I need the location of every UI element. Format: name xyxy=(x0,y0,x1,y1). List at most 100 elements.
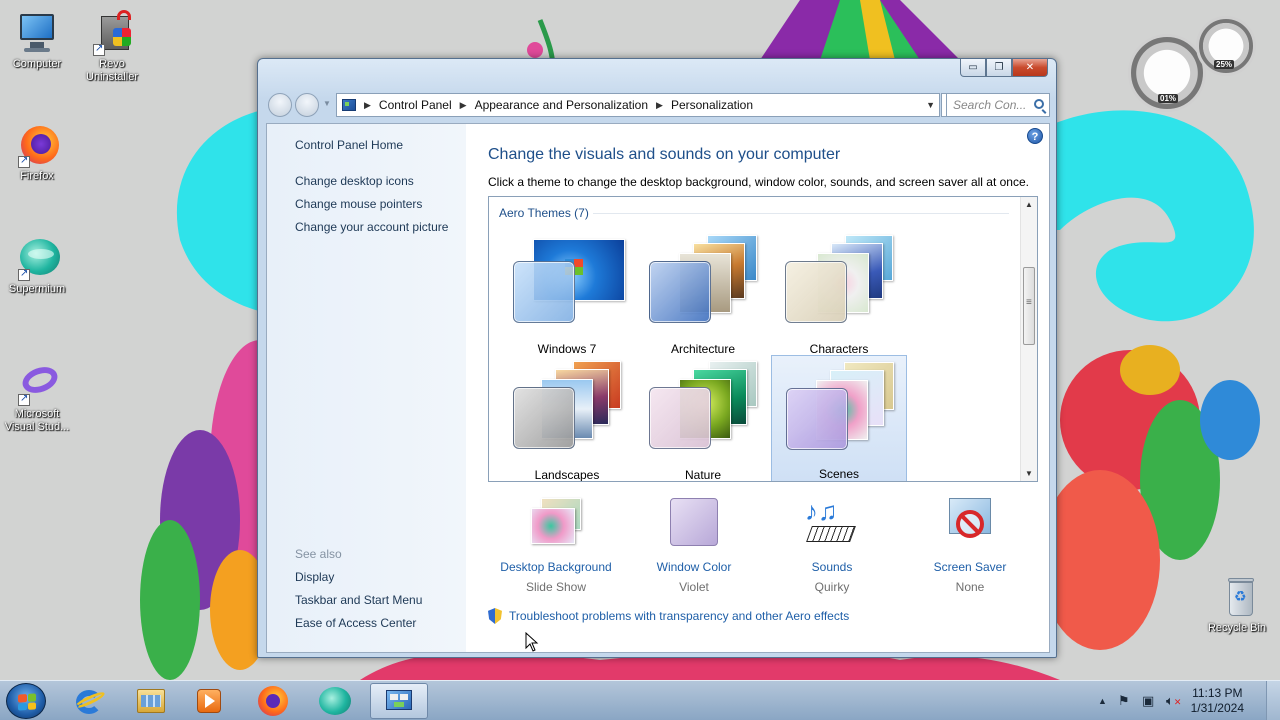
troubleshoot-link[interactable]: Troubleshoot problems with transparency … xyxy=(488,608,849,624)
ease-of-access-link[interactable]: Ease of Access Center xyxy=(295,616,416,630)
left-navigation-pane: Control Panel Home Change desktop icons … xyxy=(267,124,466,652)
taskbar-media-player[interactable] xyxy=(180,683,238,719)
sounds-icon: ♪♫ xyxy=(801,498,863,550)
taskbar-firefox[interactable] xyxy=(244,683,302,719)
clock[interactable]: 11:13 PM 1/31/2024 xyxy=(1191,686,1244,716)
memory-percent: 25% xyxy=(1214,60,1235,69)
computer-icon xyxy=(14,10,60,56)
volume-muted-icon[interactable]: 🔈︎✕ xyxy=(1166,693,1181,709)
group-divider xyxy=(593,213,1009,214)
network-icon[interactable]: ▣ xyxy=(1142,693,1154,709)
taskbar-supermium[interactable] xyxy=(306,683,364,719)
supermium-icon xyxy=(319,687,351,715)
breadcrumb-appearance[interactable]: Appearance and Personalization xyxy=(475,98,648,112)
chevron-right-icon[interactable]: ▶ xyxy=(460,100,467,111)
search-icon[interactable] xyxy=(1034,99,1044,109)
window-content: Control Panel Home Change desktop icons … xyxy=(266,123,1050,653)
clock-date: 1/31/2024 xyxy=(1190,701,1244,715)
taskbar-windows-explorer[interactable] xyxy=(122,683,180,719)
firefox-icon xyxy=(258,686,288,716)
window-controls: ▭ ❐ ✕ xyxy=(960,59,1048,77)
screen-saver-setting[interactable]: Screen Saver None xyxy=(902,498,1038,594)
address-dropdown-icon[interactable]: ▼ xyxy=(926,100,935,110)
shortcut-arrow-icon xyxy=(18,392,30,406)
taskbar-start-menu-link[interactable]: Taskbar and Start Menu xyxy=(295,593,422,607)
page-title: Change the visuals and sounds on your co… xyxy=(488,146,841,163)
firefox-icon xyxy=(14,122,60,168)
desktop-background-setting[interactable]: Desktop Background Slide Show xyxy=(488,498,624,594)
main-pane: ? Change the visuals and sounds on your … xyxy=(466,124,1049,652)
window-color-setting[interactable]: Window Color Violet xyxy=(626,498,762,594)
theme-preview xyxy=(772,356,908,456)
uac-shield-icon xyxy=(488,608,502,624)
display-link[interactable]: Display xyxy=(295,570,334,584)
close-button[interactable]: ✕ xyxy=(1012,59,1048,77)
address-bar[interactable]: ▶ Control Panel ▶ Appearance and Persona… xyxy=(336,93,940,117)
back-button[interactable] xyxy=(268,93,292,117)
see-also-heading: See also xyxy=(295,547,342,561)
control-panel-icon xyxy=(342,99,356,111)
change-desktop-icons-link[interactable]: Change desktop icons xyxy=(295,174,414,188)
desktop-icon-label: Supermium xyxy=(8,283,66,295)
system-tray: ▲ ⚑ ▣ 🔈︎✕ 11:13 PM 1/31/2024 xyxy=(1090,681,1280,720)
theme-nature[interactable]: Nature xyxy=(635,357,771,482)
chevron-right-icon[interactable]: ▶ xyxy=(364,100,371,111)
taskbar-internet-explorer[interactable] xyxy=(60,683,118,719)
theme-preview xyxy=(635,231,771,331)
theme-preview xyxy=(499,357,635,457)
forward-button[interactable] xyxy=(295,93,319,117)
taskbar-control-panel[interactable] xyxy=(370,683,428,719)
desktop-icon-label: Recycle Bin xyxy=(1207,622,1267,634)
minimize-button[interactable]: ▭ xyxy=(960,59,986,77)
shortcut-arrow-icon xyxy=(93,42,105,56)
theme-name: Characters xyxy=(809,342,869,356)
change-account-picture-link[interactable]: Change your account picture xyxy=(295,220,448,234)
sounds-setting[interactable]: ♪♫ Sounds Quirky xyxy=(764,498,900,594)
windows-logo-icon xyxy=(18,693,36,711)
desktop-icon-label: Firefox xyxy=(20,170,54,182)
desktop-icon-label: Computer xyxy=(12,58,62,70)
desktop-icon-firefox[interactable]: Firefox xyxy=(0,122,74,183)
help-button[interactable]: ? xyxy=(1027,128,1043,144)
theme-preview xyxy=(499,231,635,331)
desktop-icon-visual-studio[interactable]: Microsoft Visual Stud... xyxy=(0,360,74,434)
theme-scenes[interactable]: Scenes xyxy=(771,355,908,481)
start-button[interactable] xyxy=(6,683,46,719)
desktop-icon-revo-uninstaller[interactable]: Revo Uninstaller xyxy=(75,10,149,84)
setting-name: Desktop Background xyxy=(500,560,612,574)
chevron-right-icon[interactable]: ▶ xyxy=(656,100,663,111)
theme-architecture[interactable]: Architecture xyxy=(635,231,771,356)
window-color-icon xyxy=(663,498,725,550)
setting-value: Quirky xyxy=(814,580,850,594)
search-box[interactable]: Search Con... xyxy=(946,93,1050,117)
desktop-icon-recycle-bin[interactable]: ♻ Recycle Bin xyxy=(1200,574,1274,635)
show-desktop-button[interactable] xyxy=(1266,681,1280,720)
desktop-icon-supermium[interactable]: Supermium xyxy=(0,235,74,296)
folder-icon xyxy=(135,687,167,715)
theme-list-scrollbar[interactable]: ▲ ▼ xyxy=(1020,197,1037,481)
clock-time: 11:13 PM xyxy=(1192,686,1243,700)
theme-landscapes[interactable]: Landscapes xyxy=(499,357,635,481)
recent-pages-dropdown-icon[interactable]: ▼ xyxy=(323,99,331,108)
scrollbar-thumb[interactable] xyxy=(1023,267,1035,345)
breadcrumb-control-panel[interactable]: Control Panel xyxy=(379,98,452,112)
page-description: Click a theme to change the desktop back… xyxy=(488,175,1029,189)
theme-name: Nature xyxy=(684,468,722,482)
control-panel-home-link[interactable]: Control Panel Home xyxy=(295,138,403,152)
breadcrumb-personalization[interactable]: Personalization xyxy=(671,98,753,112)
theme-characters[interactable]: Characters xyxy=(771,231,907,356)
desktop-background-icon xyxy=(525,498,587,550)
theme-windows-7[interactable]: Windows 7 xyxy=(499,231,635,356)
scroll-down-icon[interactable]: ▼ xyxy=(1025,469,1033,478)
scroll-up-icon[interactable]: ▲ xyxy=(1025,200,1033,209)
taskbar: ▲ ⚑ ▣ 🔈︎✕ 11:13 PM 1/31/2024 xyxy=(0,680,1280,720)
change-mouse-pointers-link[interactable]: Change mouse pointers xyxy=(295,197,422,211)
setting-value: None xyxy=(955,580,985,594)
cpu-meter-gadget[interactable]: 01% 25% xyxy=(1128,16,1258,112)
action-center-flag-icon[interactable]: ⚑ xyxy=(1118,693,1130,709)
aero-themes-group-header[interactable]: Aero Themes (7) xyxy=(499,206,589,220)
troubleshoot-text: Troubleshoot problems with transparency … xyxy=(509,609,850,623)
maximize-button[interactable]: ❐ xyxy=(986,59,1012,77)
show-hidden-icons-icon[interactable]: ▲ xyxy=(1098,696,1107,706)
desktop-icon-computer[interactable]: Computer xyxy=(0,10,74,71)
